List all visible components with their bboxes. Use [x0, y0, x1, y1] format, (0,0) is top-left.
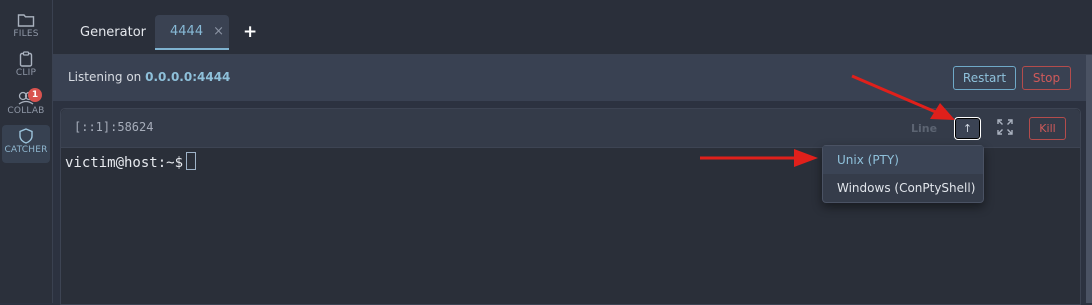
tab-generator[interactable]: Generator	[65, 15, 155, 50]
listener-status: Listening on 0.0.0.0:4444	[68, 70, 230, 84]
sidebar-item-label: CLIP	[15, 68, 37, 78]
listener-prefix: Listening on	[68, 70, 142, 84]
expand-icon	[997, 119, 1013, 139]
sidebar-item-catcher[interactable]: CATCHER	[2, 125, 50, 163]
session-peer: [::1]:58624	[74, 120, 154, 134]
terminal-output[interactable]: victim@host:~$	[65, 152, 197, 171]
fullscreen-button[interactable]	[993, 118, 1017, 140]
listener-address: 0.0.0.0:4444	[145, 70, 231, 84]
tab-label: Generator	[80, 25, 147, 40]
menu-item-unix-pty[interactable]: Unix (PTY)	[823, 146, 983, 174]
add-tab-button[interactable]: +	[243, 22, 257, 42]
sidebar-item-collab[interactable]: 1 COLLAB	[2, 88, 50, 127]
shell-prompt: victim@host:~$	[65, 155, 184, 171]
scrollbar[interactable]	[1086, 55, 1092, 303]
line-mode-label[interactable]: Line	[911, 122, 937, 135]
kill-button[interactable]: Kill	[1029, 117, 1066, 140]
session-header: [::1]:58624 Line ↑ Kill	[61, 109, 1080, 148]
close-icon[interactable]: ×	[213, 24, 224, 39]
sidebar-item-files[interactable]: FILES	[2, 12, 50, 48]
session-panel: [::1]:58624 Line ↑ Kill victim@host:~$	[60, 108, 1081, 305]
tab-4444[interactable]: 4444 ×	[155, 15, 229, 50]
shield-icon	[19, 128, 33, 144]
sidebar-item-label: COLLAB	[7, 106, 45, 116]
upgrade-menu: Unix (PTY) Windows (ConPtyShell)	[822, 145, 984, 203]
listener-bar: Listening on 0.0.0.0:4444 Restart Stop	[53, 55, 1086, 101]
notification-badge: 1	[28, 88, 42, 102]
sidebar: FILES CLIP 1 COLLAB CATCHER	[0, 0, 53, 303]
stop-button[interactable]: Stop	[1022, 66, 1071, 90]
upgrade-shell-button[interactable]: ↑	[954, 117, 981, 140]
folder-icon	[17, 12, 35, 28]
sidebar-item-clip[interactable]: CLIP	[2, 51, 50, 87]
arrow-up-icon: ↑	[962, 122, 973, 135]
menu-item-windows-conptyshell[interactable]: Windows (ConPtyShell)	[823, 174, 983, 202]
tab-label: 4444	[170, 24, 204, 39]
clipboard-icon	[18, 51, 34, 67]
tab-bar: Generator 4444 × +	[53, 0, 1092, 55]
terminal-cursor	[186, 152, 197, 170]
sidebar-item-label: FILES	[13, 29, 39, 39]
restart-button[interactable]: Restart	[953, 66, 1016, 90]
sidebar-item-label: CATCHER	[4, 145, 48, 155]
